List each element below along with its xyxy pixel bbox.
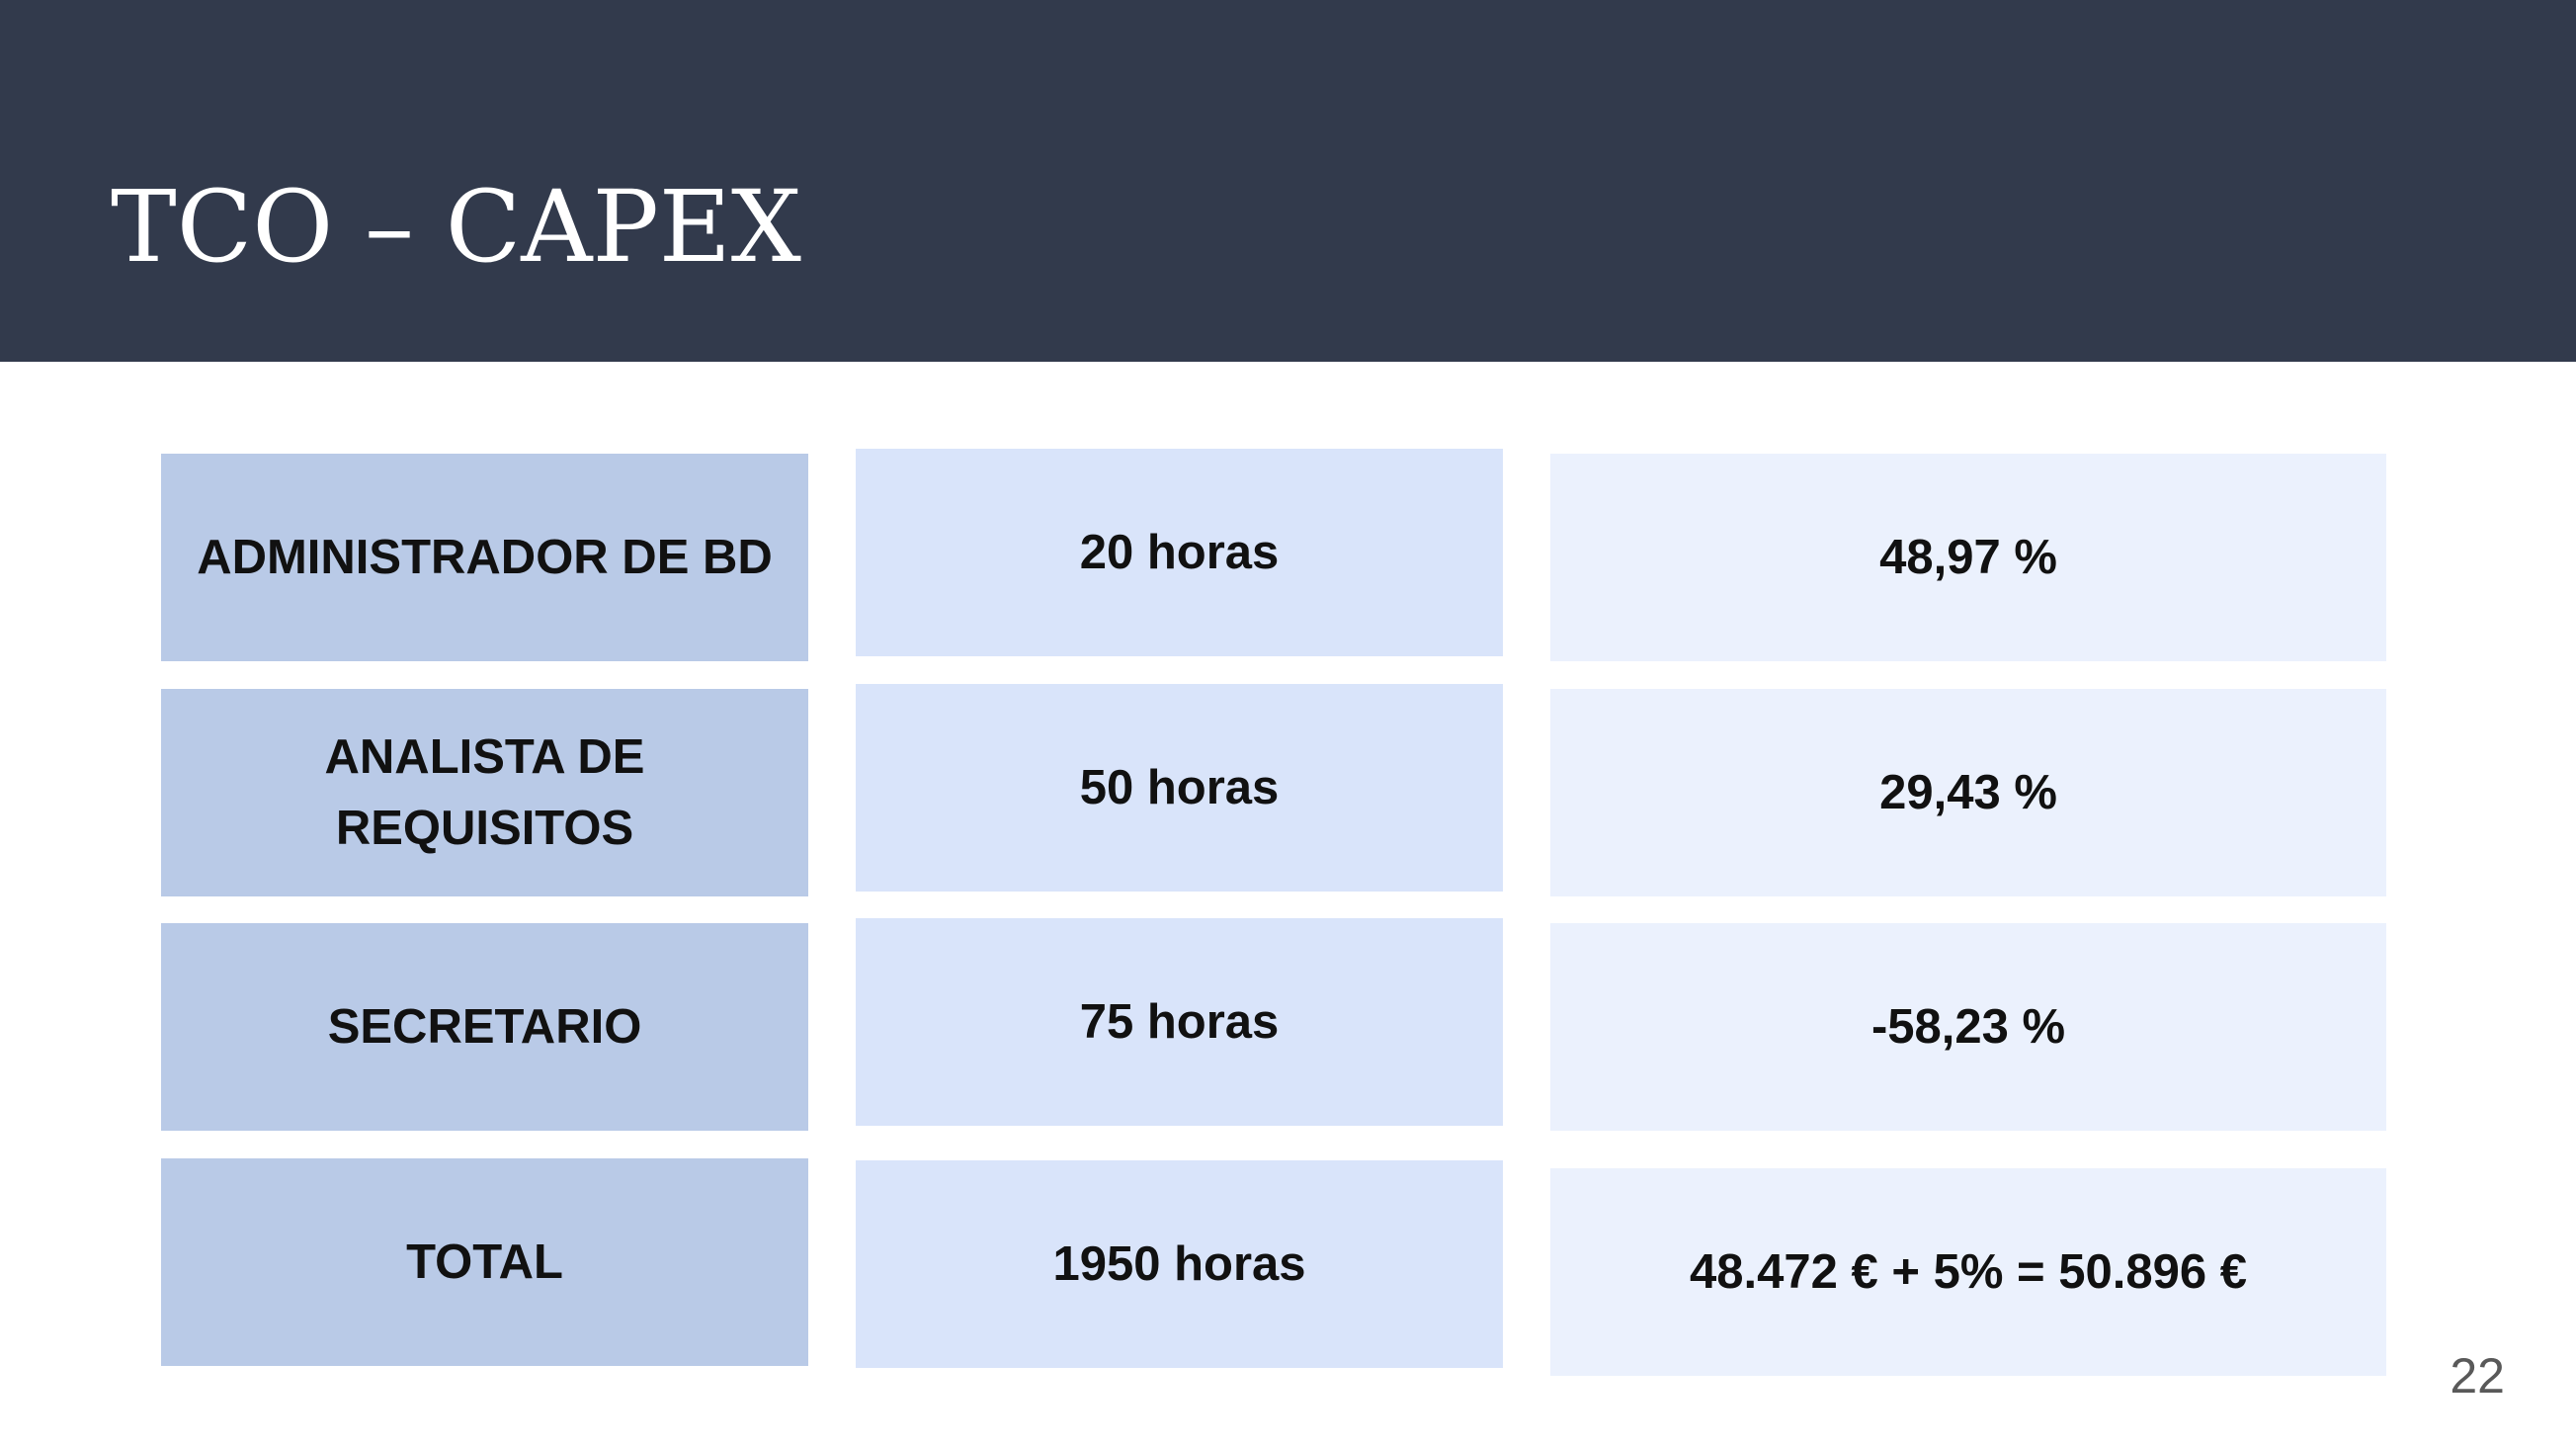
- role-cell: ANALISTA DE REQUISITOS: [161, 689, 808, 896]
- role-cell: SECRETARIO: [161, 923, 808, 1131]
- role-cell: ADMINISTRADOR DE BD: [161, 454, 808, 661]
- hours-cell: 75 horas: [856, 918, 1503, 1126]
- value-cell: 48,97 %: [1550, 454, 2386, 661]
- hours-cell-total: 1950 horas: [856, 1160, 1503, 1368]
- role-cell-total: TOTAL: [161, 1158, 808, 1366]
- hours-cell: 50 horas: [856, 684, 1503, 892]
- title-bar: TCO – CAPEX: [0, 0, 2576, 362]
- value-cell: 29,43 %: [1550, 689, 2386, 896]
- page-number: 22: [2450, 1348, 2505, 1404]
- value-cell-total: 48.472 € + 5% = 50.896 €: [1550, 1168, 2386, 1376]
- hours-cell: 20 horas: [856, 449, 1503, 656]
- value-cell: -58,23 %: [1550, 923, 2386, 1131]
- slide-title: TCO – CAPEX: [111, 169, 801, 285]
